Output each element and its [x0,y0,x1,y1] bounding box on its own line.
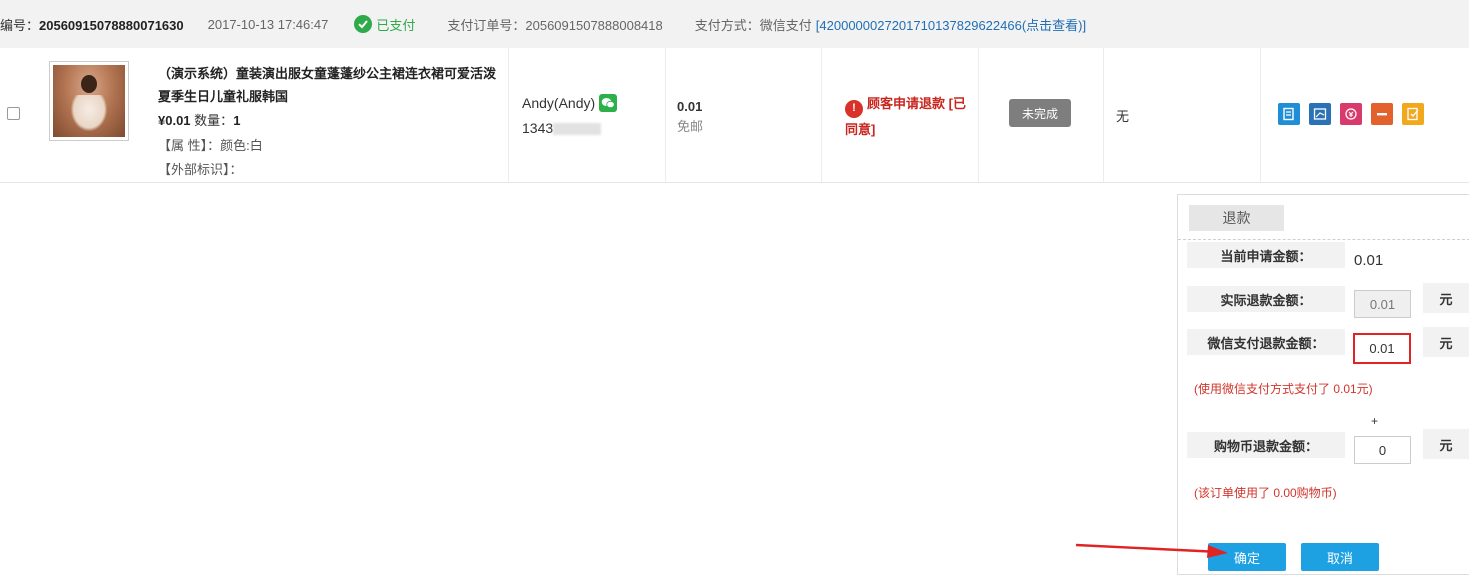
transaction-link[interactable]: [4200000027201710137829622466(点击查看)] [816,15,1086,34]
remark-text: 无 [1116,109,1130,124]
wechat-refund-note: (使用微信支付方式支付了 0.01元) [1194,382,1373,396]
annotation-arrow-icon [1075,543,1228,558]
pay-order-number: 支付订单号：2056091507888008418 [447,17,663,33]
cancel-button[interactable]: 取消 [1301,543,1379,571]
order-amount: 0.01 [677,99,703,114]
coin-refund-note: (该订单使用了 0.00购物币) [1194,486,1337,500]
check-circle-icon [354,15,373,33]
wechat-icon [599,94,618,112]
wechat-refund-input[interactable] [1353,333,1411,364]
order-header: 编号：20560915078880071630 2017-10-13 17:46… [0,0,1469,48]
product-image-head [81,75,97,93]
plus-sign: + [1371,414,1379,428]
buyer-name: Andy(Andy) [522,94,618,112]
coin-refund-unit: 元 [1423,429,1469,459]
product-external-id: 【外部标识】： [158,162,243,177]
pay-method: 支付方式：微信支付 [694,17,812,33]
actual-refund-label: 实际退款金额： [1187,286,1345,312]
product-image-dress [71,95,107,131]
product-attribute: 【属 性】：颜色:白 [158,138,263,153]
wechat-refund-label: 微信支付退款金额： [1187,329,1345,355]
order-time: 2017-10-13 17:46:47 [207,16,329,32]
phone-blur-mask [553,123,602,136]
minus-icon[interactable] [1371,103,1393,125]
wechat-refund-unit: 元 [1423,327,1469,357]
order-item-row: （演示系统）童装演出服女童蓬蓬纱公主裙连衣裙可爱活泼夏季生日儿童礼服韩国 ¥0.… [0,48,1469,183]
order-number-value: 20560915078880071630 [39,17,184,33]
order-number: 编号：20560915078880071630 [0,17,184,33]
product-thumbnail[interactable] [49,61,129,141]
note-icon[interactable] [1402,103,1424,125]
refund-panel: 退款 当前申请金额： 0.01 实际退款金额： 元 微信支付退款金额： 元 (使… [1177,194,1469,575]
incomplete-status-button[interactable]: 未完成 [1009,99,1071,127]
current-amount-value: 0.01 [1354,252,1384,269]
shipping-text: 免邮 [677,119,704,134]
coin-refund-input[interactable] [1354,436,1411,464]
alert-icon: ! [845,99,863,118]
buyer-phone: 1343 [522,120,602,136]
product-price: ¥0.01 数量：1 [158,113,241,128]
action-icons [1278,103,1424,125]
refund-tab[interactable]: 退款 [1189,205,1284,231]
row-checkbox[interactable] [7,107,20,120]
current-amount-label: 当前申请金额： [1187,242,1345,268]
buyer-cell [509,48,666,183]
product-title[interactable]: （演示系统）童装演出服女童蓬蓬纱公主裙连衣裙可爱活泼夏季生日儿童礼服韩国 [158,62,498,108]
coin-refund-label: 购物币退款金额： [1187,432,1345,458]
actual-refund-unit: 元 [1423,283,1469,313]
refund-status[interactable]: ! 顾客申请退款 [已同意] [845,92,975,141]
product-image [53,65,125,137]
print-icon[interactable] [1309,103,1331,125]
paid-status: 已支付 [354,15,415,34]
edit-icon[interactable] [1278,103,1300,125]
panel-divider [1178,239,1469,240]
actual-refund-input [1354,290,1411,318]
refund-icon[interactable] [1340,103,1362,125]
